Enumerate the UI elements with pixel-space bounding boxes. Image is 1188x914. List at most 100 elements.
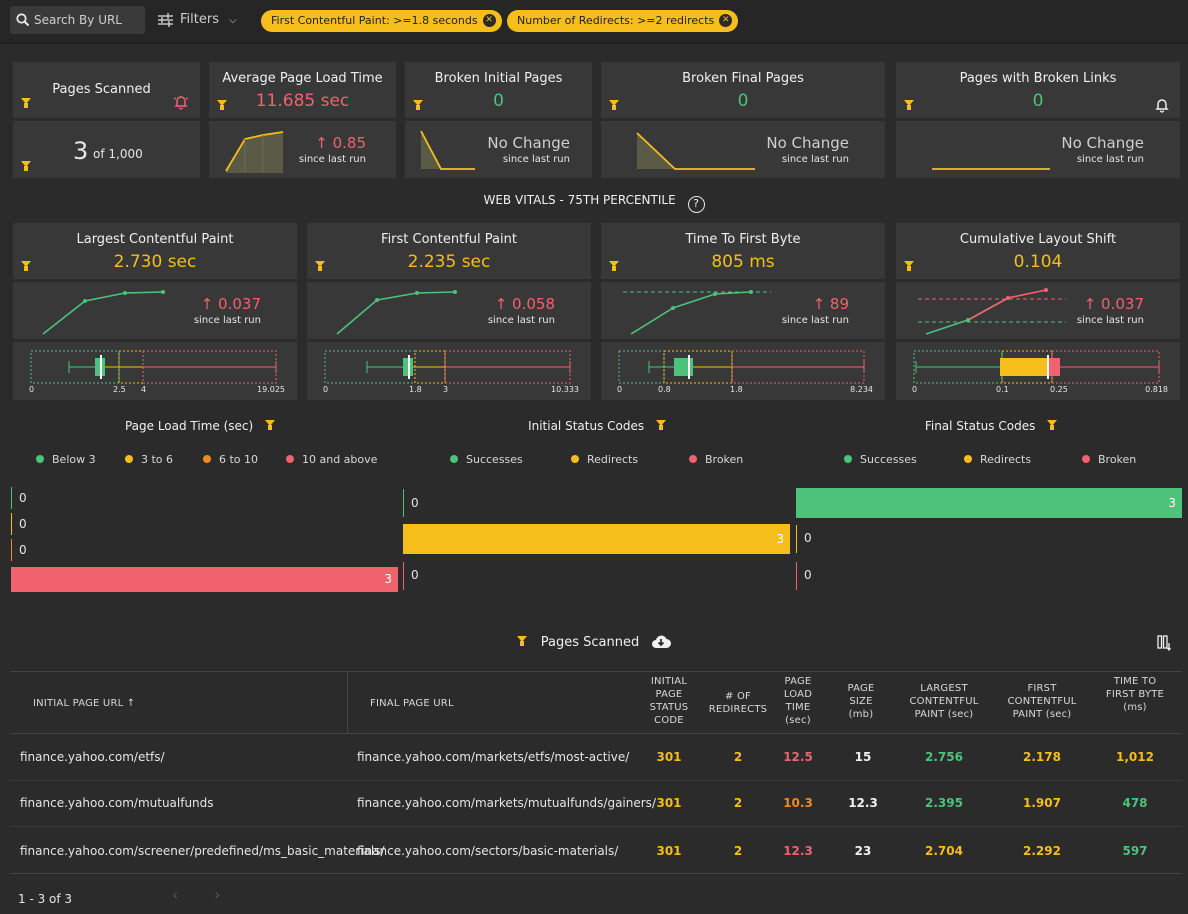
broken-links-card[interactable]: Pages with Broken Links 0: [896, 62, 1180, 118]
pages-scanned-card[interactable]: Pages Scanned: [13, 62, 200, 118]
change-value: No Change: [1061, 134, 1144, 152]
vital-title: Time To First Byte: [685, 232, 801, 247]
web-vitals-heading-text: WEB VITALS - 75TH PERCENTILE: [483, 193, 676, 207]
vital-distribution-card: 0 2.5 4 19.025: [13, 342, 297, 400]
bar-10-and-above[interactable]: 3: [11, 567, 398, 592]
filter-icon[interactable]: [21, 161, 31, 171]
vital-card-2[interactable]: Time To First Byte 805 ms: [601, 223, 885, 279]
filter-icon[interactable]: [904, 261, 914, 271]
column-settings-icon[interactable]: [1157, 635, 1171, 651]
bar-redirects[interactable]: 3: [403, 524, 790, 554]
filter-icon[interactable]: [315, 261, 325, 271]
search-input[interactable]: Search By URL: [10, 6, 145, 34]
vital-trend-card: ↑ 89 since last run: [601, 282, 885, 339]
cloud-download-icon[interactable]: [651, 634, 672, 649]
close-icon[interactable]: ✕: [719, 14, 733, 27]
bar-value: 3: [384, 572, 392, 586]
final-status-title-text: Final Status Codes: [924, 419, 1036, 433]
initial-url-cell[interactable]: finance.yahoo.com/etfs/: [20, 750, 165, 764]
broken-initial-pages-card[interactable]: Broken Initial Pages 0: [405, 62, 592, 118]
broken-final-pages-card[interactable]: Broken Final Pages 0: [601, 62, 885, 118]
box-plot: [618, 350, 865, 384]
change-caption: since last run: [487, 315, 555, 326]
filter-icon[interactable]: [217, 100, 227, 110]
bar-below-3[interactable]: [11, 487, 12, 509]
vital-card-1[interactable]: First Contentful Paint 2.235 sec: [307, 223, 591, 279]
filter-icon[interactable]: [904, 100, 914, 110]
search-icon: [16, 13, 30, 27]
filter-icon[interactable]: [265, 420, 276, 430]
header-label: FINAL PAGE URL: [370, 698, 454, 709]
load-time-cell: 10.3: [783, 796, 813, 810]
vital-card-3[interactable]: Cumulative Layout Shift 0.104: [896, 223, 1180, 279]
close-icon[interactable]: ✕: [482, 14, 496, 27]
page-size-cell: 23: [854, 844, 872, 858]
header-label: INITIAL PAGE URL ↑: [33, 698, 136, 709]
filter-icon[interactable]: [609, 261, 619, 271]
col-header-page-size[interactable]: PAGE SIZE (mb): [840, 682, 882, 721]
legend-redirects: Redirects: [964, 453, 1031, 466]
avg-load-time-card[interactable]: Average Page Load Time 11.685 sec: [209, 62, 396, 118]
initial-url-cell[interactable]: finance.yahoo.com/screener/predefined/ms…: [20, 844, 385, 858]
card-title: Broken Initial Pages: [434, 71, 563, 86]
initial-url-cell[interactable]: finance.yahoo.com/mutualfunds: [20, 796, 214, 810]
filter-icon[interactable]: [516, 636, 527, 646]
axis-tick: 0: [617, 385, 623, 394]
status-code-cell: 301: [656, 844, 682, 858]
col-header-initial-status[interactable]: INITIAL PAGE STATUS CODE: [643, 675, 695, 727]
final-url-cell[interactable]: finance.yahoo.com/sectors/basic-material…: [357, 844, 618, 858]
bar-successes[interactable]: 3: [796, 488, 1182, 518]
filter-chip-redirects[interactable]: Number of Redirects: >=2 redirects ✕: [507, 10, 739, 32]
final-url-cell[interactable]: finance.yahoo.com/markets/etfs/most-acti…: [357, 750, 629, 764]
col-header-lcp[interactable]: LARGEST CONTENTFUL PAINT (sec): [898, 682, 990, 721]
filter-chip-fcp[interactable]: First Contentful Paint: >=1.8 seconds ✕: [261, 10, 502, 32]
help-icon[interactable]: ?: [687, 196, 705, 213]
filter-icon[interactable]: [609, 100, 619, 110]
bar-successes[interactable]: [403, 489, 404, 517]
filter-icon[interactable]: [21, 261, 31, 271]
next-page-button[interactable]: ›: [214, 885, 220, 904]
col-header-redirects[interactable]: # OF REDIRECTS: [705, 690, 771, 716]
axis-tick: 0: [29, 385, 35, 394]
alarm-bell-icon[interactable]: [173, 94, 189, 110]
box-plot: [324, 350, 571, 384]
final-url-cell[interactable]: finance.yahoo.com/markets/mutualfunds/ga…: [357, 796, 656, 810]
bar-broken[interactable]: [796, 562, 797, 590]
filter-icon[interactable]: [655, 420, 666, 430]
load-time-dist-title: Page Load Time (sec): [0, 419, 400, 433]
axis-tick: 1.8: [730, 385, 743, 394]
bar-value: 0: [19, 543, 27, 557]
vital-distribution-card: 0 0.1 0.25 0.818: [896, 342, 1180, 400]
legend-successes: Successes: [450, 453, 523, 466]
vital-card-0[interactable]: Largest Contentful Paint 2.730 sec: [13, 223, 297, 279]
bar-6-to-10[interactable]: [11, 539, 12, 561]
filter-icon[interactable]: [1047, 420, 1058, 430]
bell-icon[interactable]: [1155, 97, 1169, 113]
filter-icon[interactable]: [413, 100, 423, 110]
col-header-ttfb[interactable]: TIME TO FIRST BYTE (ms): [1104, 675, 1166, 714]
vital-trend-card: ↑ 0.037 since last run: [896, 282, 1180, 339]
bar-3-to-6[interactable]: [11, 513, 12, 535]
row-divider: [10, 780, 1182, 781]
page-size-cell: 15: [854, 750, 872, 764]
legend-dot: [964, 455, 972, 463]
change-caption: since last run: [193, 315, 261, 326]
vital-value: 2.235 sec: [407, 252, 491, 272]
col-header-initial-url[interactable]: INITIAL PAGE URL ↑: [33, 697, 135, 710]
col-header-load-time[interactable]: PAGE LOAD TIME (sec): [777, 675, 819, 727]
prev-page-button[interactable]: ‹: [172, 885, 178, 904]
fcp-cell: 2.292: [1023, 844, 1061, 858]
filter-icon[interactable]: [21, 98, 31, 108]
bar-broken[interactable]: [403, 562, 404, 590]
vital-trend-card: ↑ 0.058 since last run: [307, 282, 591, 339]
filters-label: Filters: [180, 12, 219, 27]
header-label: TIME TO FIRST BYTE (ms): [1105, 676, 1165, 713]
col-header-fcp[interactable]: FIRST CONTENTFUL PAINT (sec): [1000, 682, 1084, 721]
col-header-final-url[interactable]: FINAL PAGE URL: [370, 697, 454, 710]
load-time-dist-title-text: Page Load Time (sec): [124, 419, 254, 433]
legend-label: Below 3: [52, 453, 96, 466]
filters-button[interactable]: Filters ⌵: [158, 6, 237, 34]
broken-links-value: 0: [1032, 91, 1044, 111]
bar-redirects[interactable]: [796, 525, 797, 553]
avg-load-time-trend-card: ↑ 0.85 since last run: [209, 121, 396, 178]
